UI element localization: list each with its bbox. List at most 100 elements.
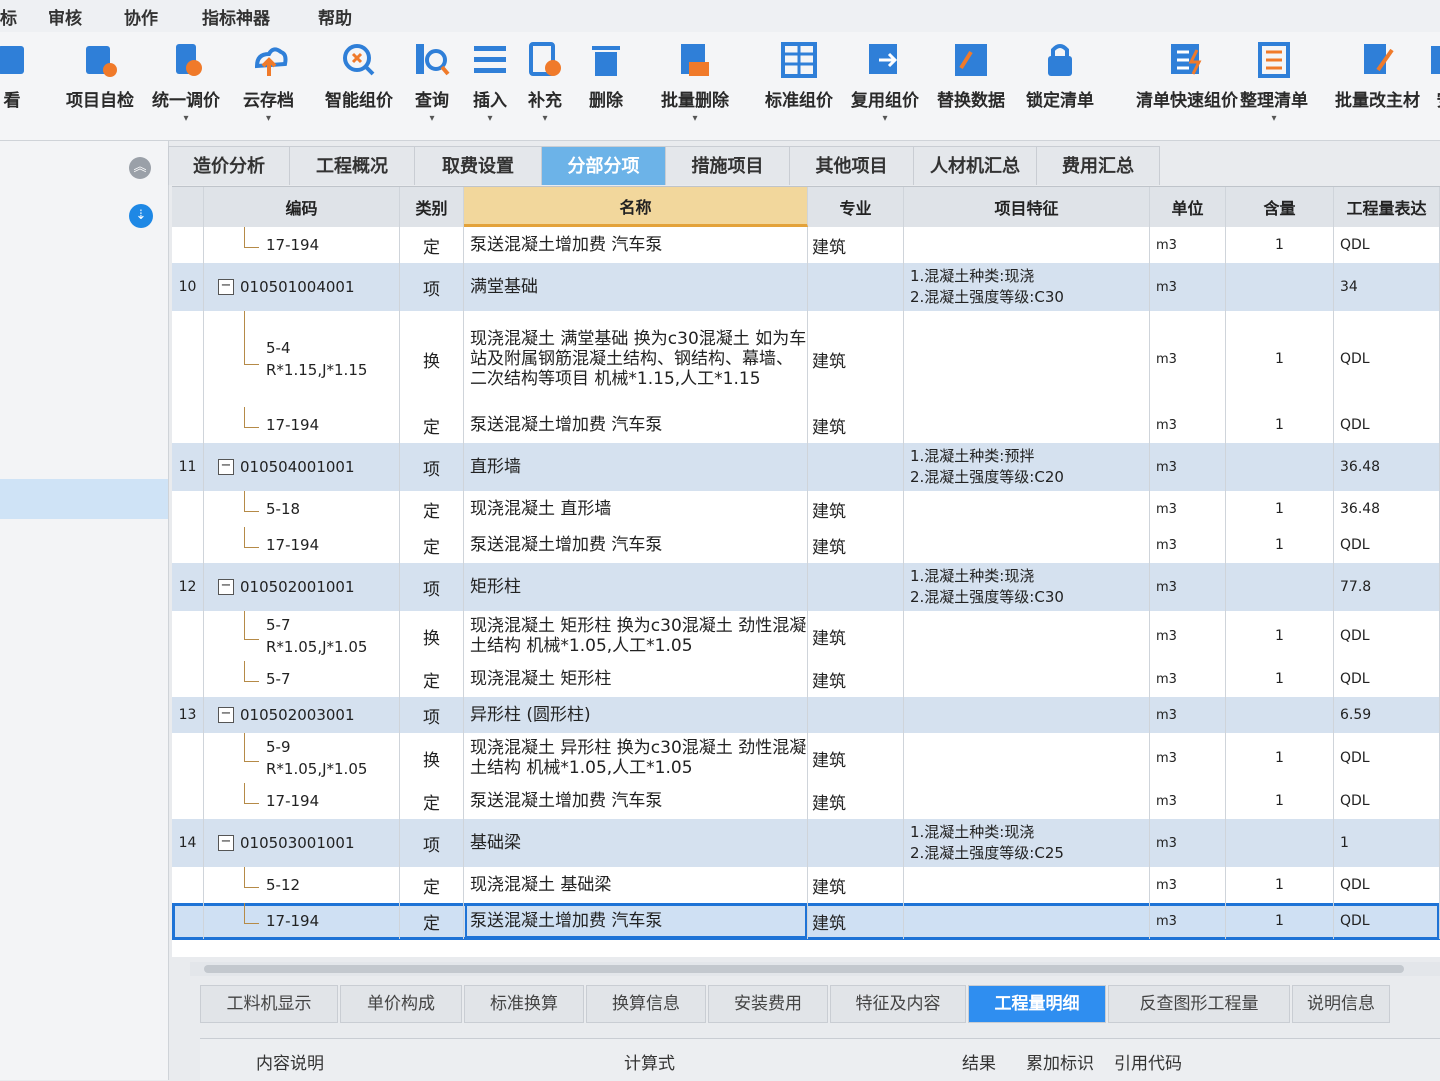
quantity-cell[interactable]	[1226, 697, 1334, 733]
quantity-cell[interactable]: 1	[1226, 311, 1334, 407]
major-cell[interactable]	[808, 263, 904, 311]
type-cell[interactable]: 定	[400, 407, 464, 443]
unit-cell[interactable]: m3	[1150, 819, 1226, 867]
code-cell[interactable]: 5-18	[204, 491, 400, 527]
collapse-toggle-icon[interactable]: −	[218, 459, 234, 475]
name-cell[interactable]: 基础梁	[464, 819, 808, 867]
dropdown-caret-icon[interactable]: ▾	[266, 113, 271, 125]
code-cell[interactable]: −010502003001	[204, 697, 400, 733]
collapse-panel-icon[interactable]: ︽	[129, 157, 151, 179]
feature-cell[interactable]: 1.混凝土种类:现浇 2.混凝土强度等级:C30	[904, 563, 1150, 611]
feature-cell[interactable]	[904, 697, 1150, 733]
bottom-tab-2[interactable]: 单价构成	[340, 985, 462, 1023]
code-cell[interactable]: 5-9 R*1.05,J*1.05	[204, 733, 400, 783]
expression-cell[interactable]: QDL	[1334, 611, 1440, 661]
major-cell[interactable]: 建筑	[808, 661, 904, 697]
quantity-cell[interactable]: 1	[1226, 491, 1334, 527]
name-cell[interactable]: 泵送混凝土增加费 汽车泵	[464, 407, 808, 443]
quota-row[interactable]: 5-18定现浇混凝土 直形墙建筑m3136.48	[172, 491, 1440, 528]
feature-cell[interactable]	[904, 661, 1150, 697]
code-cell[interactable]: 17-194	[204, 407, 400, 443]
unit-cell[interactable]: m3	[1150, 903, 1226, 939]
column-header[interactable]: 类别	[400, 187, 464, 227]
name-cell[interactable]: 现浇混凝土 基础梁	[464, 867, 808, 903]
dropdown-caret-icon[interactable]: ▾	[1271, 113, 1276, 125]
code-cell[interactable]: 5-7 R*1.05,J*1.05	[204, 611, 400, 661]
quota-row[interactable]: 5-7定现浇混凝土 矩形柱建筑m31QDL	[172, 661, 1440, 698]
type-cell[interactable]: 定	[400, 783, 464, 819]
dropdown-caret-icon[interactable]: ▾	[183, 113, 188, 125]
bill-item-row[interactable]: 14−010503001001项基础梁1.混凝土种类:现浇 2.混凝土强度等级:…	[172, 819, 1440, 868]
column-header[interactable]: 单位	[1150, 187, 1226, 227]
dropdown-caret-icon[interactable]: ▾	[542, 113, 547, 125]
bottom-tab-9[interactable]: 说明信息	[1292, 985, 1390, 1023]
column-header[interactable]: 专业	[808, 187, 904, 227]
menu-item[interactable]: 审核	[48, 4, 82, 29]
unit-cell[interactable]: m3	[1150, 697, 1226, 733]
quantity-cell[interactable]: 1	[1226, 527, 1334, 563]
scrollbar-thumb[interactable]	[204, 965, 1404, 973]
code-cell[interactable]: 5-4 R*1.15,J*1.15	[204, 311, 400, 407]
code-cell[interactable]: −010504001001	[204, 443, 400, 491]
dropdown-caret-icon[interactable]: ▾	[487, 113, 492, 125]
bill-item-row[interactable]: 11−010504001001项直形墙1.混凝土种类:预拌 2.混凝土强度等级:…	[172, 443, 1440, 492]
unit-cell[interactable]: m3	[1150, 263, 1226, 311]
feature-cell[interactable]: 1.混凝土种类:预拌 2.混凝土强度等级:C20	[904, 443, 1150, 491]
type-cell[interactable]: 换	[400, 733, 464, 783]
major-cell[interactable]	[808, 563, 904, 611]
code-cell[interactable]: 17-194	[204, 903, 400, 939]
collapse-toggle-icon[interactable]: −	[218, 835, 234, 851]
expression-cell[interactable]: QDL	[1334, 783, 1440, 819]
code-cell[interactable]: 17-194	[204, 527, 400, 563]
quota-row[interactable]: 17-194定泵送混凝土增加费 汽车泵建筑m31QDL	[172, 407, 1440, 444]
column-header[interactable]: 名称	[464, 187, 808, 227]
dropdown-caret-icon[interactable]: ▾	[882, 113, 887, 125]
unit-cell[interactable]: m3	[1150, 783, 1226, 819]
tab-3[interactable]: 取费设置	[414, 146, 542, 185]
major-cell[interactable]	[808, 443, 904, 491]
toolbar-button-18[interactable]: 安	[1425, 40, 1440, 125]
toolbar-button-2[interactable]: 项目自检	[66, 40, 134, 125]
major-cell[interactable]: 建筑	[808, 733, 904, 783]
bill-item-row[interactable]: 10−010501004001项满堂基础1.混凝土种类:现浇 2.混凝土强度等级…	[172, 263, 1440, 312]
type-cell[interactable]: 项	[400, 697, 464, 733]
quantity-cell[interactable]: 1	[1226, 733, 1334, 783]
unit-cell[interactable]: m3	[1150, 527, 1226, 563]
collapse-toggle-icon[interactable]: −	[218, 279, 234, 295]
type-cell[interactable]: 项	[400, 443, 464, 491]
toolbar-button-7[interactable]: 插入▾	[470, 40, 510, 125]
toolbar-button-9[interactable]: 删除	[586, 40, 626, 125]
feature-cell[interactable]	[904, 867, 1150, 903]
unit-cell[interactable]: m3	[1150, 491, 1226, 527]
detail-column-header[interactable]: 累加标识	[1026, 1049, 1094, 1074]
code-cell[interactable]: −010501004001	[204, 263, 400, 311]
name-cell[interactable]: 满堂基础	[464, 263, 808, 311]
expression-cell[interactable]: QDL	[1334, 227, 1440, 263]
menu-item[interactable]: 协作	[124, 4, 158, 29]
quota-row[interactable]: 5-7 R*1.05,J*1.05换现浇混凝土 矩形柱 换为c30混凝土 劲性混…	[172, 611, 1440, 662]
expand-down-icon[interactable]: ⇣	[129, 204, 153, 228]
tab-6[interactable]: 其他项目	[789, 146, 914, 185]
type-cell[interactable]: 定	[400, 491, 464, 527]
major-cell[interactable]: 建筑	[808, 407, 904, 443]
unit-cell[interactable]: m3	[1150, 227, 1226, 263]
type-cell[interactable]: 换	[400, 611, 464, 661]
bottom-tab-7[interactable]: 工程量明细	[968, 985, 1106, 1023]
quantity-cell[interactable]	[1226, 443, 1334, 491]
feature-cell[interactable]	[904, 527, 1150, 563]
type-cell[interactable]: 定	[400, 903, 464, 939]
toolbar-button-15[interactable]: 清单快速组价	[1136, 40, 1238, 125]
detail-column-header[interactable]: 引用代码	[1114, 1049, 1182, 1074]
quantity-cell[interactable]: 1	[1226, 611, 1334, 661]
expression-cell[interactable]: 34	[1334, 263, 1440, 311]
left-panel-selected-item[interactable]	[0, 479, 168, 519]
detail-column-header[interactable]: 结果	[962, 1049, 996, 1074]
expression-cell[interactable]: 77.8	[1334, 563, 1440, 611]
name-cell[interactable]: 泵送混凝土增加费 汽车泵	[464, 227, 808, 263]
quantity-cell[interactable]: 1	[1226, 783, 1334, 819]
collapse-toggle-icon[interactable]: −	[218, 579, 234, 595]
quantity-cell[interactable]: 1	[1226, 661, 1334, 697]
major-cell[interactable]	[808, 697, 904, 733]
expression-cell[interactable]: QDL	[1334, 867, 1440, 903]
quantity-cell[interactable]: 1	[1226, 227, 1334, 263]
